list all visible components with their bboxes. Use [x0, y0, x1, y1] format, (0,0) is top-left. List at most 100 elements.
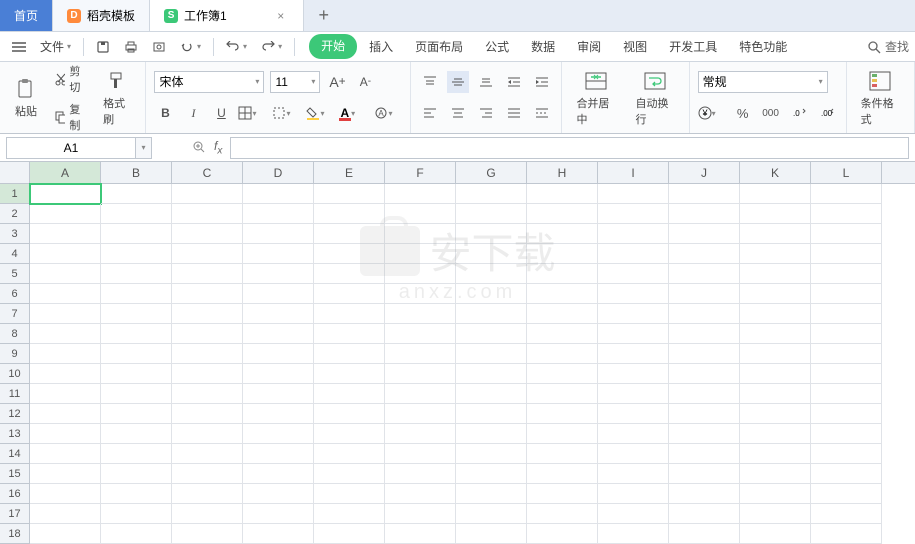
cell[interactable]	[30, 504, 101, 524]
cell[interactable]	[314, 524, 385, 544]
row-header[interactable]: 9	[0, 344, 30, 364]
underline-button[interactable]: U	[210, 102, 232, 124]
cell[interactable]	[669, 424, 740, 444]
cell[interactable]	[527, 284, 598, 304]
align-bottom-button[interactable]	[475, 71, 497, 93]
print-button[interactable]	[118, 35, 144, 59]
column-header[interactable]: C	[172, 162, 243, 183]
cell[interactable]	[740, 364, 811, 384]
cell[interactable]	[598, 324, 669, 344]
cell[interactable]	[385, 424, 456, 444]
cell[interactable]	[101, 204, 172, 224]
row-header[interactable]: 3	[0, 224, 30, 244]
cell[interactable]	[740, 424, 811, 444]
cell[interactable]	[669, 464, 740, 484]
cell[interactable]	[669, 404, 740, 424]
cell[interactable]	[598, 524, 669, 544]
cell[interactable]	[456, 324, 527, 344]
cell[interactable]	[243, 484, 314, 504]
column-header[interactable]: B	[101, 162, 172, 183]
cell[interactable]	[811, 264, 882, 284]
name-box[interactable]: A1	[6, 137, 136, 159]
cell[interactable]	[243, 504, 314, 524]
row-header[interactable]: 13	[0, 424, 30, 444]
column-header[interactable]: E	[314, 162, 385, 183]
conditional-format-button[interactable]: 条件格式	[855, 65, 906, 131]
cell[interactable]	[669, 344, 740, 364]
row-header[interactable]: 16	[0, 484, 30, 504]
row-header[interactable]: 15	[0, 464, 30, 484]
column-header[interactable]: G	[456, 162, 527, 183]
cell[interactable]	[314, 304, 385, 324]
percent-button[interactable]: %	[732, 102, 754, 124]
cell[interactable]	[314, 324, 385, 344]
cell[interactable]	[172, 324, 243, 344]
cell[interactable]	[456, 224, 527, 244]
cell[interactable]	[527, 244, 598, 264]
cell[interactable]	[172, 184, 243, 204]
cell[interactable]	[30, 344, 101, 364]
cell[interactable]	[669, 184, 740, 204]
align-center-button[interactable]	[447, 102, 469, 124]
cell[interactable]	[598, 284, 669, 304]
cell[interactable]	[172, 444, 243, 464]
cell[interactable]	[101, 484, 172, 504]
column-header[interactable]: D	[243, 162, 314, 183]
number-format-select[interactable]: 常规▾	[698, 71, 828, 93]
cell[interactable]	[243, 364, 314, 384]
comma-button[interactable]: 000	[760, 102, 782, 124]
cell[interactable]	[740, 204, 811, 224]
row-header[interactable]: 11	[0, 384, 30, 404]
cell[interactable]	[243, 444, 314, 464]
cell[interactable]	[527, 224, 598, 244]
cell[interactable]	[598, 504, 669, 524]
row-header[interactable]: 12	[0, 404, 30, 424]
cell[interactable]	[243, 344, 314, 364]
cell[interactable]	[527, 324, 598, 344]
cell[interactable]	[101, 244, 172, 264]
cell[interactable]	[314, 504, 385, 524]
cell[interactable]	[101, 224, 172, 244]
row-header[interactable]: 1	[0, 184, 30, 204]
row-header[interactable]: 8	[0, 324, 30, 344]
cell[interactable]	[811, 504, 882, 524]
cell[interactable]	[598, 364, 669, 384]
cell[interactable]	[172, 244, 243, 264]
cell[interactable]	[527, 384, 598, 404]
name-box-dropdown[interactable]: ▾	[136, 137, 152, 159]
cell[interactable]	[811, 244, 882, 264]
cell[interactable]	[385, 324, 456, 344]
cell[interactable]	[314, 484, 385, 504]
cell[interactable]	[243, 384, 314, 404]
cell[interactable]	[30, 204, 101, 224]
cell[interactable]	[811, 344, 882, 364]
row-header[interactable]: 7	[0, 304, 30, 324]
cell[interactable]	[314, 364, 385, 384]
column-header[interactable]: F	[385, 162, 456, 183]
cell[interactable]	[243, 284, 314, 304]
cell[interactable]	[243, 184, 314, 204]
column-header[interactable]: H	[527, 162, 598, 183]
cell[interactable]	[456, 504, 527, 524]
format-painter-button[interactable]: 格式刷	[97, 65, 137, 131]
cell[interactable]	[740, 244, 811, 264]
cell[interactable]	[385, 464, 456, 484]
cell[interactable]	[243, 244, 314, 264]
italic-button[interactable]: I	[182, 102, 204, 124]
cell[interactable]	[385, 504, 456, 524]
cell[interactable]	[811, 444, 882, 464]
zoom-icon[interactable]	[192, 140, 206, 154]
column-header[interactable]: L	[811, 162, 882, 183]
row-header[interactable]: 6	[0, 284, 30, 304]
cell[interactable]	[669, 384, 740, 404]
cell[interactable]	[385, 364, 456, 384]
cell[interactable]	[669, 324, 740, 344]
cell[interactable]	[456, 204, 527, 224]
cell[interactable]	[172, 404, 243, 424]
cell[interactable]	[740, 484, 811, 504]
cell[interactable]	[811, 184, 882, 204]
cell[interactable]	[314, 284, 385, 304]
cell[interactable]	[30, 304, 101, 324]
cell[interactable]	[527, 404, 598, 424]
cell[interactable]	[243, 304, 314, 324]
